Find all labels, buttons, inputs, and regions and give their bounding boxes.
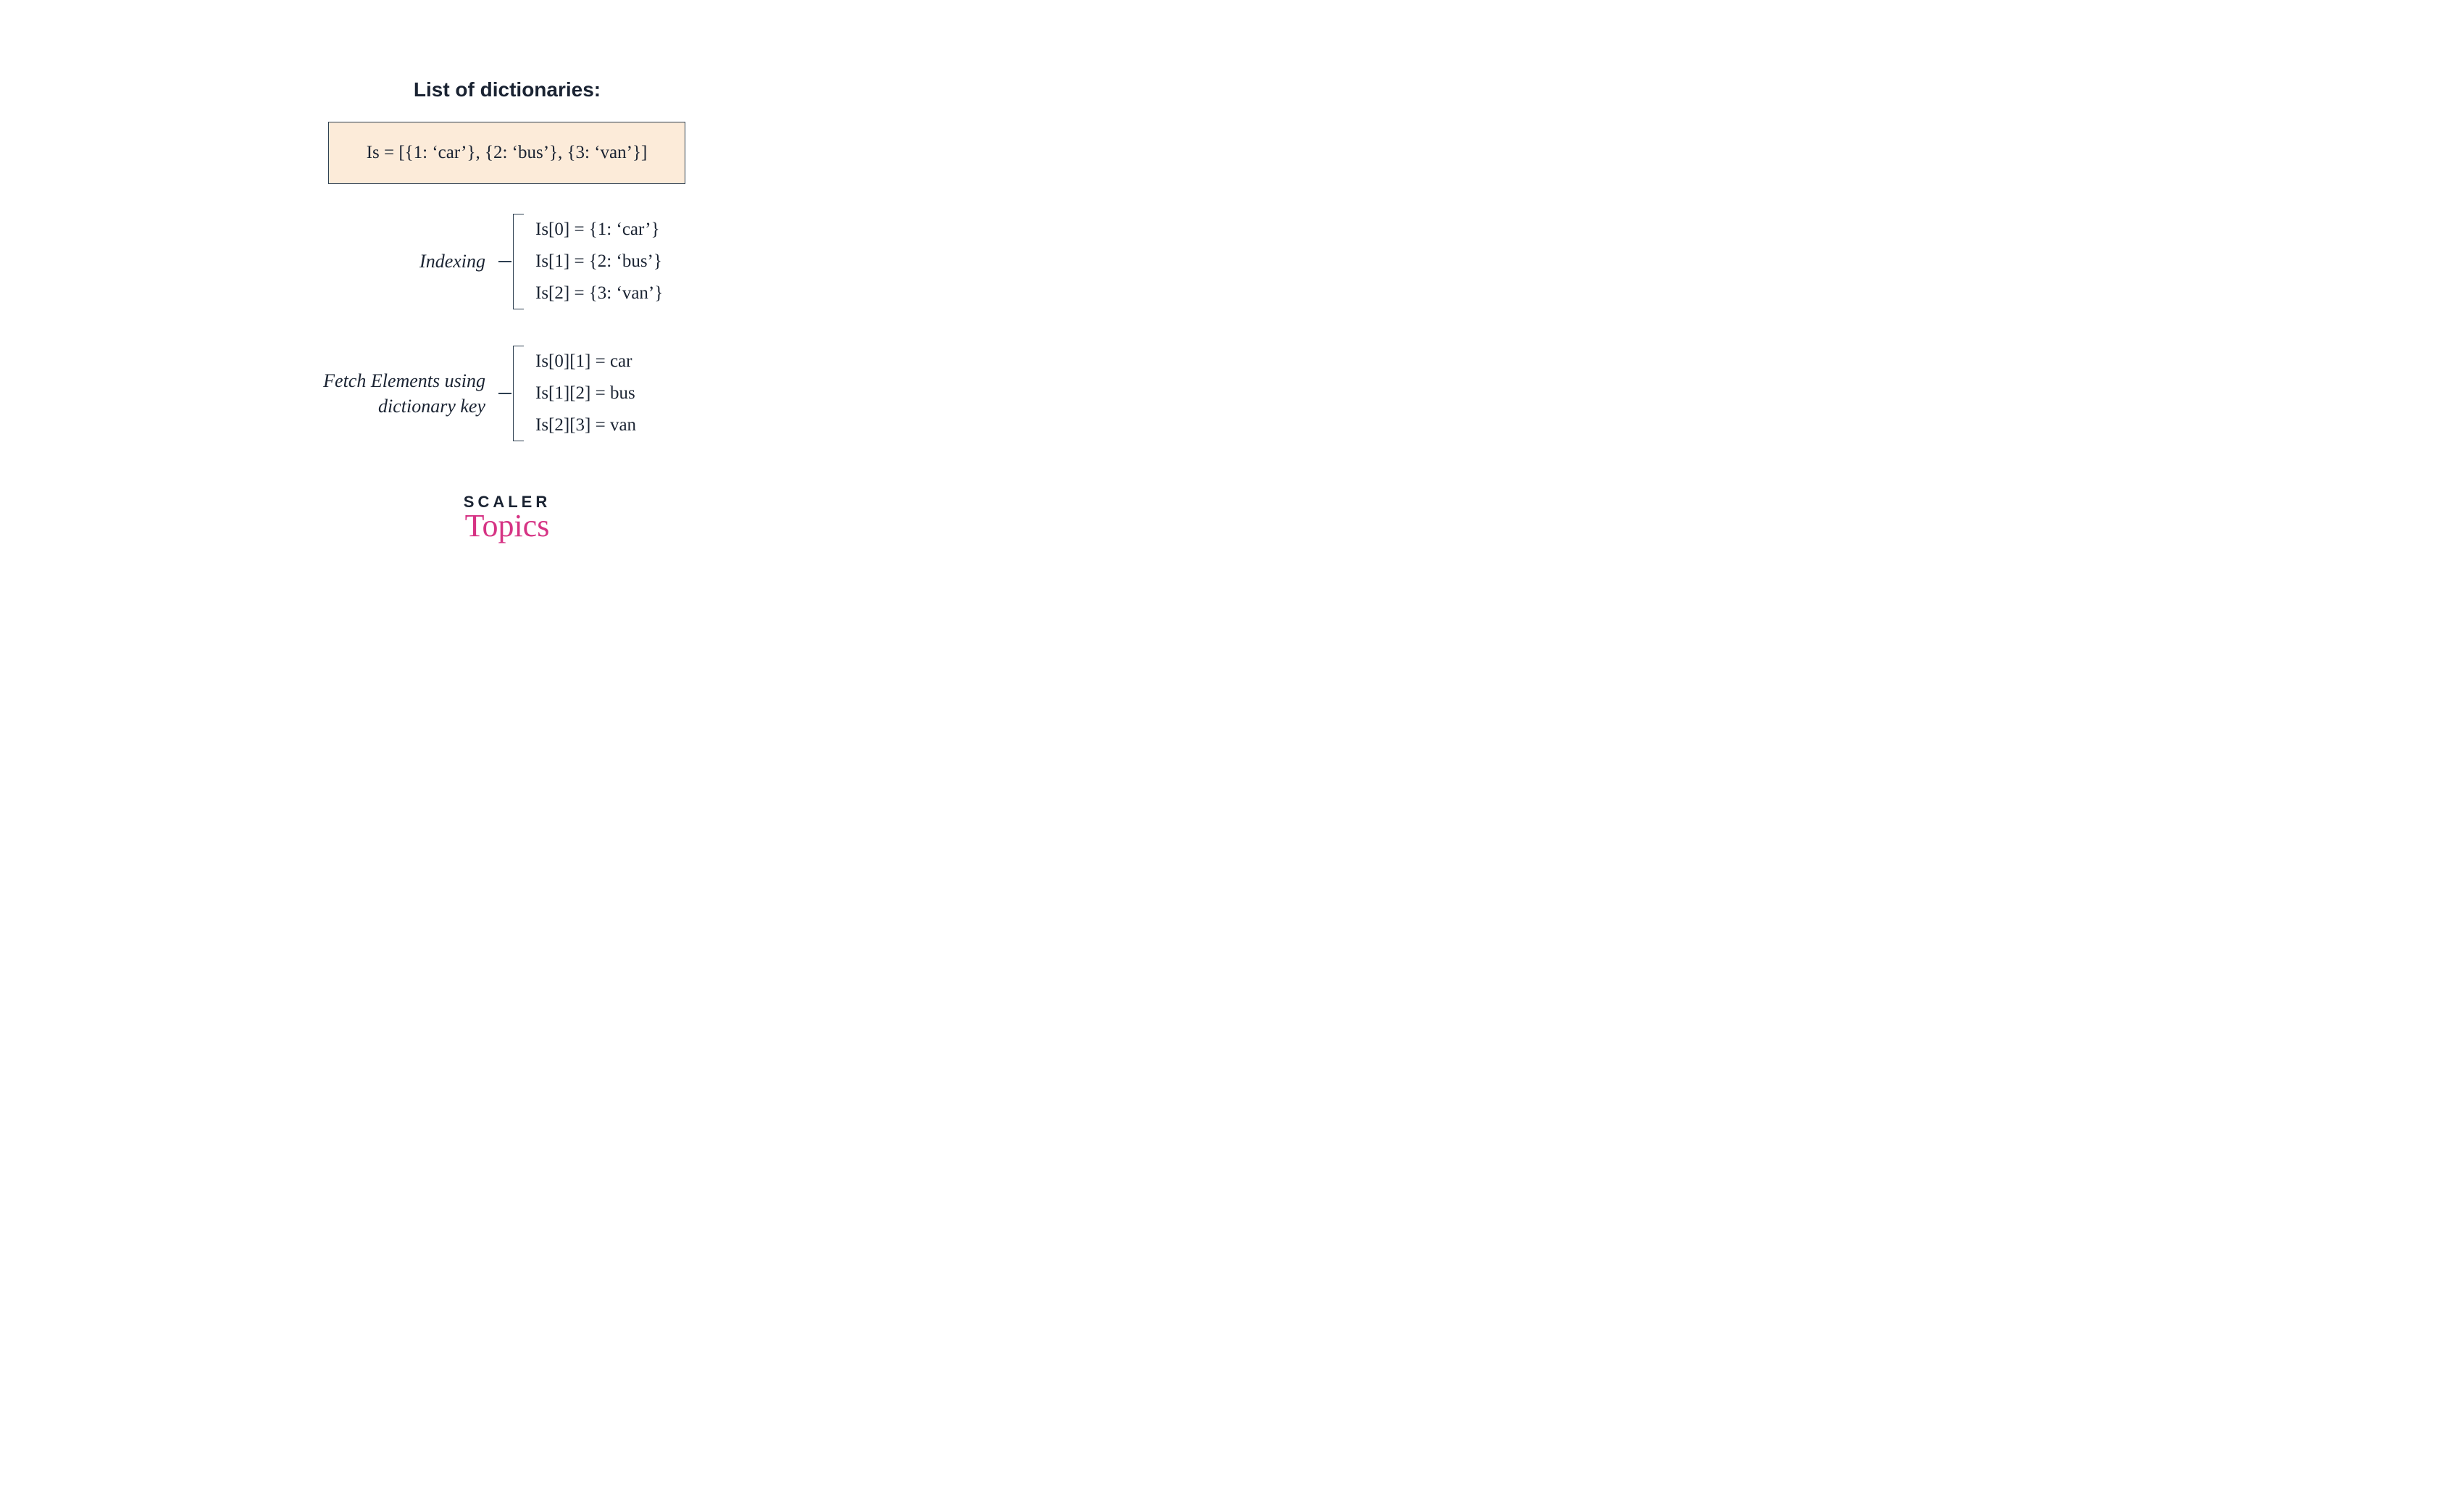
indexing-items: Is[0] = {1: ‘car’} Is[1] = {2: ‘bus’} Is… (535, 214, 663, 309)
code-text: Is = [{1: ‘car’}, {2: ‘bus’}, {3: ‘van’}… (367, 143, 648, 163)
logo: SCALER Topics (464, 493, 551, 544)
fetch-label-line2: dictionary key (378, 396, 485, 417)
bracket-group: Is[0] = {1: ‘car’} Is[1] = {2: ‘bus’} Is… (513, 214, 663, 309)
fetch-section: Fetch Elements using dictionary key Is[0… (303, 346, 636, 441)
list-item: Is[1] = {2: ‘bus’} (535, 251, 663, 272)
list-item: Is[2][3] = van (535, 415, 636, 435)
list-item: Is[1][2] = bus (535, 383, 636, 404)
bracket-icon (513, 214, 524, 309)
fetch-label: Fetch Elements using dictionary key (303, 368, 498, 419)
connector-line (498, 261, 511, 262)
fetch-label-line1: Fetch Elements using (323, 370, 485, 391)
logo-sub-text: Topics (464, 507, 551, 544)
list-item: Is[0][1] = car (535, 351, 636, 372)
connector-line (498, 393, 511, 394)
list-item: Is[2] = {3: ‘van’} (535, 283, 663, 304)
code-box: Is = [{1: ‘car’}, {2: ‘bus’}, {3: ‘van’}… (328, 122, 685, 184)
diagram-title: List of dictionaries: (414, 78, 601, 101)
fetch-items: Is[0][1] = car Is[1][2] = bus Is[2][3] =… (535, 346, 636, 441)
list-item: Is[0] = {1: ‘car’} (535, 220, 663, 240)
diagram-container: List of dictionaries: Is = [{1: ‘car’}, … (0, 0, 1014, 620)
indexing-label: Indexing (303, 251, 498, 272)
bracket-icon (513, 346, 524, 441)
indexing-section: Indexing Is[0] = {1: ‘car’} Is[1] = {2: … (303, 214, 663, 309)
bracket-group: Is[0][1] = car Is[1][2] = bus Is[2][3] =… (513, 346, 636, 441)
